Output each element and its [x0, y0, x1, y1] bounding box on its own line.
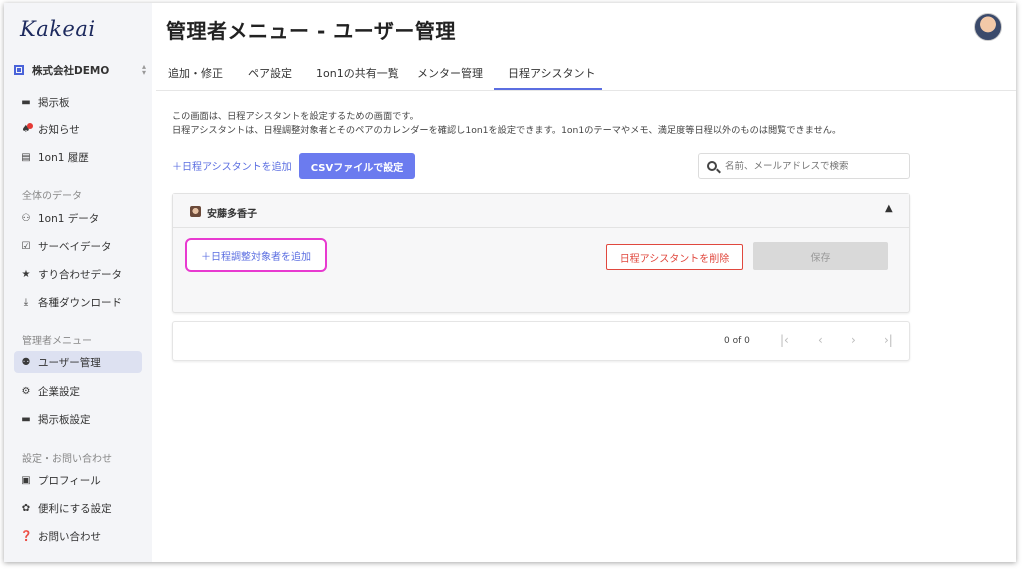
assistant-name: 安藤多香子 [207, 209, 257, 220]
gear-icon: ✿ [21, 502, 31, 514]
csv-upload-button[interactable]: CSVファイルで設定 [299, 153, 415, 179]
add-target-button[interactable]: ＋日程調整対象者を追加 [185, 238, 327, 272]
tab-schedule-assistant[interactable]: 日程アシスタント [508, 65, 596, 81]
active-tab-indicator [494, 88, 602, 90]
delete-assistant-button[interactable]: 日程アシスタントを削除 [606, 244, 743, 270]
section-data: 全体のデータ [22, 191, 82, 202]
assistant-card-header[interactable]: 安藤多香子 ▲ [173, 194, 909, 228]
star-icon: ★ [21, 268, 31, 280]
tab-pair[interactable]: ペア設定 [248, 65, 292, 81]
add-assistant-link[interactable]: ＋日程アシスタントを追加 [172, 158, 292, 173]
sidebar: Kakeai 株式会社DEMO ▴ ▾ ▬ 掲示板 ♠ お知らせ ▤ 1on1 履… [4, 3, 152, 562]
description: この画面は、日程アシスタントを設定するための画面です。 日程アシスタントは、日程… [172, 110, 841, 138]
sidebar-item-label: プロフィール [38, 474, 101, 487]
notification-dot [27, 122, 33, 129]
tab-mentor[interactable]: メンター管理 [417, 65, 483, 81]
next-page-icon[interactable]: › [851, 333, 856, 347]
prev-page-icon[interactable]: ‹ [818, 333, 823, 347]
sidebar-item-history[interactable]: ▤ 1on1 履歴 [14, 146, 142, 168]
sidebar-item-user-management[interactable]: ⚉ ユーザー管理 [14, 351, 142, 373]
sidebar-item-label: 掲示板設定 [38, 413, 91, 426]
sidebar-item-label: サーベイデータ [38, 240, 112, 253]
tab-add-edit[interactable]: 追加・修正 [168, 65, 223, 81]
user-avatar [190, 206, 201, 217]
search-box[interactable] [698, 153, 910, 179]
sidebar-item-board-settings[interactable]: ▬ 掲示板設定 [14, 408, 142, 430]
app-window: Kakeai 株式会社DEMO ▴ ▾ ▬ 掲示板 ♠ お知らせ ▤ 1on1 履… [4, 3, 1016, 562]
sidebar-item-1on1-data[interactable]: ⚇ 1on1 データ [14, 207, 142, 229]
page-title: 管理者メニュー - ユーザー管理 [166, 19, 456, 43]
sidebar-item-notifications[interactable]: ♠ お知らせ [14, 118, 142, 140]
sidebar-item-profile[interactable]: ▣ プロフィール [14, 469, 142, 491]
chevron-updown-icon: ▴ ▾ [141, 62, 146, 77]
logo: Kakeai [20, 17, 96, 41]
sidebar-item-contact[interactable]: ❓ お問い合わせ [14, 525, 142, 547]
user-settings-icon: ⚉ [21, 356, 31, 368]
building-icon [14, 65, 24, 75]
sidebar-item-label: 1on1 データ [38, 212, 100, 225]
document-icon: ▤ [21, 151, 31, 163]
sidebar-item-label: 1on1 履歴 [38, 151, 89, 164]
sidebar-item-convenience[interactable]: ✿ 便利にする設定 [14, 497, 142, 519]
sidebar-item-label: 各種ダウンロード [38, 296, 122, 309]
search-icon [707, 161, 717, 171]
survey-icon: ☑ [21, 240, 31, 252]
sidebar-item-label: ユーザー管理 [38, 356, 101, 369]
sidebar-item-label: すり合わせデータ [38, 268, 122, 281]
description-line-1: この画面は、日程アシスタントを設定するための画面です。 [172, 111, 419, 122]
sidebar-item-board[interactable]: ▬ 掲示板 [14, 91, 142, 113]
tab-bar: 追加・修正 ペア設定 1on1の共有一覧 メンター管理 日程アシスタント [156, 57, 1016, 91]
description-line-2: 日程アシスタントは、日程調整対象者とそのペアのカレンダーを確認し1on1を設定で… [172, 125, 842, 136]
pagination: 0 of 0 |‹ ‹ › ›| [172, 321, 910, 361]
assistant-card: 安藤多香子 ▲ ＋日程調整対象者を追加 日程アシスタントを削除 保存 [172, 193, 910, 313]
page-count: 0 of 0 [724, 336, 750, 346]
sidebar-item-label: お知らせ [38, 123, 80, 136]
help-icon: ❓ [20, 530, 33, 542]
bell-icon: ♠ [20, 122, 33, 135]
sidebar-item-label: 企業設定 [38, 385, 80, 398]
chevron-up-icon[interactable]: ▲ [885, 203, 893, 214]
sidebar-item-survey[interactable]: ☑ サーベイデータ [14, 235, 142, 257]
company-name: 株式会社DEMO [32, 64, 110, 77]
company-selector[interactable]: 株式会社DEMO ▴ ▾ [14, 61, 146, 79]
sidebar-item-company-settings[interactable]: ⚙ 企業設定 [14, 380, 142, 402]
sidebar-item-label: 便利にする設定 [38, 502, 112, 515]
board-icon: ▬ [21, 96, 31, 108]
tab-share-list[interactable]: 1on1の共有一覧 [316, 65, 399, 81]
company-settings-icon: ⚙ [21, 385, 31, 397]
profile-icon: ▣ [21, 474, 31, 486]
download-icon: ⤓ [23, 296, 29, 308]
avatar[interactable] [974, 13, 1002, 41]
save-button[interactable]: 保存 [753, 242, 888, 270]
search-input[interactable] [725, 160, 895, 172]
last-page-icon[interactable]: ›| [884, 333, 893, 347]
sidebar-item-alignment[interactable]: ★ すり合わせデータ [14, 263, 142, 285]
board-icon: ▬ [21, 413, 31, 425]
section-admin: 管理者メニュー [22, 336, 92, 347]
section-settings: 設定・お問い合わせ [22, 454, 112, 465]
sidebar-item-download[interactable]: ⤓ 各種ダウンロード [14, 291, 142, 313]
people-icon: ⚇ [21, 212, 31, 224]
first-page-icon[interactable]: |‹ [780, 333, 789, 347]
sidebar-item-label: お問い合わせ [38, 530, 101, 543]
sidebar-item-label: 掲示板 [38, 96, 70, 109]
